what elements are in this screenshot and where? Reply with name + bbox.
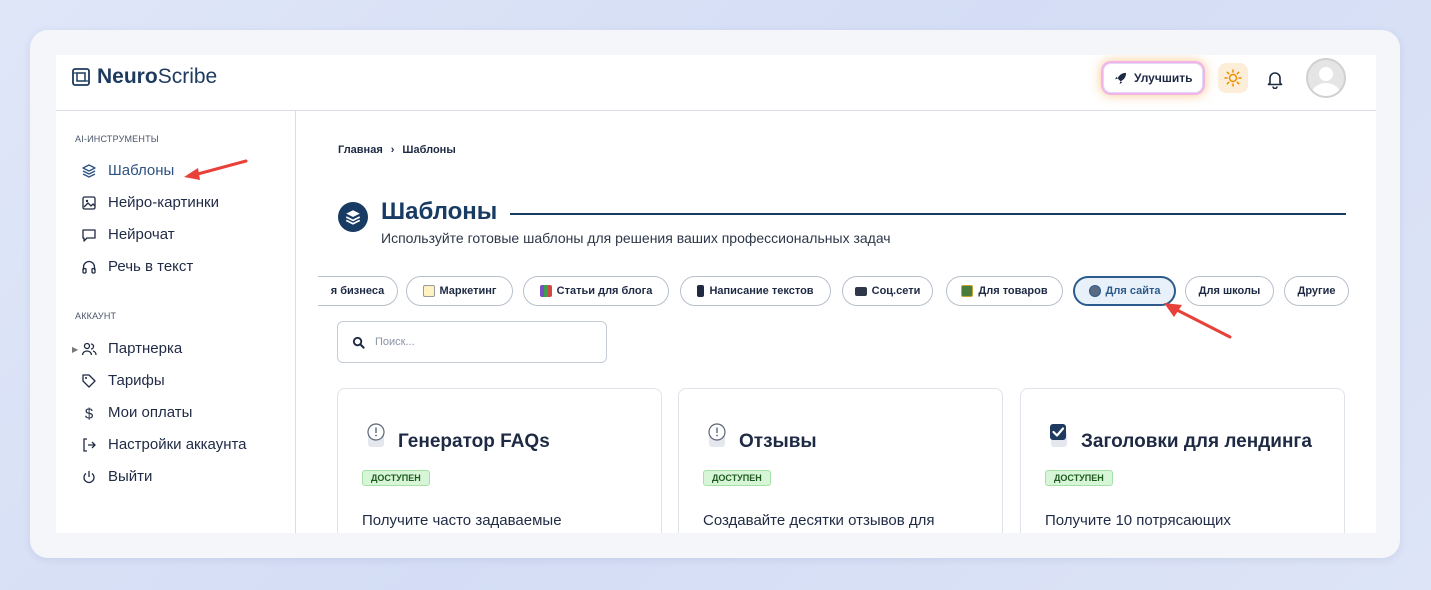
chip-blog-articles[interactable]: Статьи для блога xyxy=(523,276,669,306)
phone-icon xyxy=(697,285,705,297)
dollar-icon: $ xyxy=(85,405,94,421)
chip-label: Маркетинг xyxy=(439,285,497,297)
template-card-landing-headlines[interactable]: Заголовки для лендинга ДОСТУПЕН Получите… xyxy=(1020,388,1345,533)
sidebar-item-label: Мои оплаты xyxy=(108,404,193,421)
brand-logo[interactable]: NeuroScribe xyxy=(71,65,217,89)
template-card-faq[interactable]: Генератор FAQs ДОСТУПЕН Получите часто з… xyxy=(337,388,662,533)
sidebar-item-label: Шаблоны xyxy=(108,162,175,179)
chip-label: Другие xyxy=(1297,285,1336,297)
chip-label: Для школы xyxy=(1198,285,1261,297)
search-icon xyxy=(352,336,365,349)
breadcrumb-home-link[interactable]: Главная xyxy=(338,144,383,156)
breadcrumb: Главная › Шаблоны xyxy=(338,144,456,156)
sidebar-item-label: Нейрочат xyxy=(108,226,175,243)
bell-icon xyxy=(1267,72,1283,89)
app-window: NeuroScribe Улучшить AI-ИНСТРУМЕНТЫ Шабл… xyxy=(56,55,1376,533)
info-icon xyxy=(708,423,726,447)
chip-label: Написание текстов xyxy=(709,285,814,297)
card-title: Отзывы xyxy=(739,431,817,452)
layers-icon xyxy=(82,163,96,178)
title-divider xyxy=(510,213,1346,215)
sidebar-item-label: Нейро-картинки xyxy=(108,194,219,211)
annotation-arrow-templates xyxy=(184,159,248,180)
sidebar-item-label: Настройки аккаунта xyxy=(108,436,247,453)
books-icon xyxy=(539,285,552,297)
search-box[interactable] xyxy=(337,321,607,363)
top-header: NeuroScribe Улучшить xyxy=(56,55,1376,111)
robot-icon xyxy=(1088,285,1101,297)
card-title: Заголовки для лендинга xyxy=(1081,431,1312,452)
memo-icon xyxy=(422,285,435,297)
user-avatar[interactable] xyxy=(1306,58,1346,98)
status-badge: ДОСТУПЕН xyxy=(1045,470,1113,486)
card-description: Получите часто задаваемые xyxy=(362,512,562,529)
sidebar-item-logout[interactable]: Выйти xyxy=(81,468,152,485)
chip-other[interactable]: Другие xyxy=(1284,276,1349,306)
card-title: Генератор FAQs xyxy=(398,431,550,452)
card-description: Получите 10 потрясающих xyxy=(1045,512,1231,529)
power-icon xyxy=(83,470,95,483)
template-card-reviews[interactable]: Отзывы ДОСТУПЕН Создавайте десятки отзыв… xyxy=(678,388,1003,533)
chip-label: Для сайта xyxy=(1105,285,1161,297)
login-icon xyxy=(83,437,96,452)
checkbox-icon xyxy=(1050,424,1067,447)
chip-business[interactable]: я бизнеса xyxy=(318,276,398,306)
sidebar-item-label: Тарифы xyxy=(108,372,165,389)
chip-social[interactable]: Соц.сети xyxy=(842,276,933,306)
search-input[interactable] xyxy=(375,336,575,348)
sidebar-item-payments[interactable]: $ Мои оплаты xyxy=(81,404,193,421)
sidebar-item-partners[interactable]: Партнерка xyxy=(81,340,182,357)
headphones-icon xyxy=(82,260,96,274)
sidebar-item-label: Выйти xyxy=(108,468,153,485)
brand-name-bold: Neuro xyxy=(97,65,158,88)
image-icon xyxy=(82,195,96,210)
chip-label: Для товаров xyxy=(978,285,1048,297)
chip-marketing[interactable]: Маркетинг xyxy=(406,276,513,306)
sun-icon xyxy=(1224,69,1242,87)
page-icon xyxy=(338,202,368,232)
sidebar-item-account-settings[interactable]: Настройки аккаунта xyxy=(81,436,247,453)
logo-icon xyxy=(72,68,90,86)
sidebar: AI-ИНСТРУМЕНТЫ Шаблоны Нейро-картинки Не… xyxy=(56,111,296,533)
tag-icon xyxy=(82,373,96,388)
laptop-icon xyxy=(854,286,867,296)
layers-icon xyxy=(345,210,361,225)
status-badge: ДОСТУПЕН xyxy=(703,470,771,486)
chip-label: я бизнеса xyxy=(330,285,385,297)
info-icon xyxy=(367,423,385,447)
chevron-right-icon: › xyxy=(390,144,395,156)
brand-name-rest: Scribe xyxy=(157,65,218,88)
page-title: Шаблоны xyxy=(381,198,498,225)
sidebar-item-tariffs[interactable]: Тарифы xyxy=(81,372,165,389)
upgrade-label: Улучшить xyxy=(1134,71,1193,85)
sidebar-section-ai-tools: AI-ИНСТРУМЕНТЫ xyxy=(75,134,159,144)
sidebar-item-neurochat[interactable]: Нейрочат xyxy=(81,226,175,243)
theme-toggle-button[interactable] xyxy=(1218,63,1248,93)
page-subtitle: Используйте готовые шаблоны для решения … xyxy=(381,230,891,246)
sidebar-item-templates[interactable]: Шаблоны xyxy=(81,162,174,179)
chip-label: Статьи для блога xyxy=(556,285,653,297)
chip-products[interactable]: Для товаров xyxy=(946,276,1063,306)
sidebar-item-label: Речь в текст xyxy=(108,258,194,275)
chip-label: Соц.сети xyxy=(871,285,921,297)
upgrade-button[interactable]: Улучшить xyxy=(1103,63,1204,93)
sidebar-item-neuro-images[interactable]: Нейро-картинки xyxy=(81,194,219,211)
sidebar-item-speech-to-text[interactable]: Речь в текст xyxy=(81,258,193,275)
rocket-icon xyxy=(1114,72,1127,84)
expand-caret-icon[interactable]: ▶ xyxy=(72,345,78,354)
user-placeholder-icon xyxy=(1311,67,1341,96)
annotation-arrow-website xyxy=(1164,303,1232,339)
users-icon xyxy=(81,342,97,355)
svg-text:$: $ xyxy=(85,405,94,421)
status-badge: ДОСТУПЕН xyxy=(362,470,430,486)
sidebar-item-label: Партнерка xyxy=(108,340,183,357)
breadcrumb-current: Шаблоны xyxy=(402,144,456,156)
chat-icon xyxy=(82,228,96,242)
sidebar-section-account: АККАУНТ xyxy=(75,311,117,321)
chip-copywriting[interactable]: Написание текстов xyxy=(680,276,831,306)
ledger-icon xyxy=(961,285,974,297)
card-description: Создавайте десятки отзывов для xyxy=(703,512,935,529)
notifications-button[interactable] xyxy=(1262,66,1288,92)
